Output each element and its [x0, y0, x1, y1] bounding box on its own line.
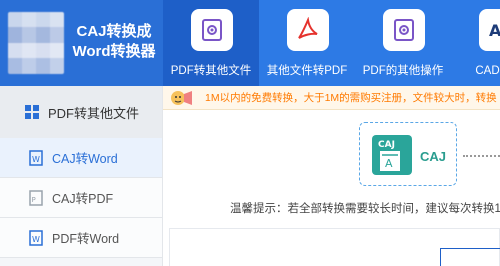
sidebar-item-pdf-to-word[interactable]: W PDF转Word	[0, 218, 162, 258]
nav-item-other-to-pdf[interactable]: 其他文件转PDF	[259, 0, 355, 86]
notice-bar: 1M以内的免费转换，大于1M的需购买注册，文件较大时，转换	[163, 86, 500, 110]
svg-text:W: W	[32, 235, 40, 244]
svg-text:W: W	[32, 155, 40, 164]
top-nav: PDF转其他文件 其他文件转PDF PDF的其他操作 A CAD	[163, 0, 500, 86]
nav-item-cad[interactable]: A CAD的其	[451, 0, 500, 86]
sidebar-item-label: CAJ转Word	[52, 152, 118, 166]
svg-text:A: A	[489, 21, 500, 40]
gear-doc-icon	[383, 9, 425, 51]
word-doc-icon: W	[29, 149, 43, 166]
app-logo	[8, 12, 64, 74]
file-drop-zone[interactable]: CAJ A CAJ	[359, 122, 457, 186]
svg-text:CAJ: CAJ	[378, 140, 395, 150]
nav-item-pdf-to-other[interactable]: PDF转其他文件	[163, 0, 259, 86]
sidebar-item-label: CAJ转PDF	[52, 192, 114, 206]
top-header: CAJ转换成Word转换器 PDF转其他文件 其他文件转PDF PDF的其他操作…	[0, 0, 500, 86]
pdf-doc-icon: P	[29, 189, 43, 206]
cad-icon: A	[479, 9, 500, 51]
app-title: CAJ转换成Word转换器	[72, 23, 156, 60]
hint-text: 温馨提示：若全部转换需要较长时间，建议每次转换10	[230, 203, 500, 215]
caj-format-label: CAJ	[420, 149, 447, 164]
sidebar-item-caj-to-word[interactable]: W CAJ转Word	[0, 138, 162, 178]
nav-label: 其他文件转PDF	[266, 65, 348, 77]
svg-text:P: P	[32, 196, 36, 204]
brand-area: CAJ转换成Word转换器	[0, 0, 163, 86]
sidebar-item-label: PDF转Word	[52, 232, 120, 246]
sidebar-item-caj-to-pdf[interactable]: P CAJ转PDF	[0, 178, 162, 218]
nav-label: PDF的其他操作	[362, 65, 444, 77]
sidebar: PDF转其他文件 W CAJ转Word P CAJ转PDF W PDF转Word	[0, 86, 163, 266]
notice-text: 1M以内的免费转换，大于1M的需购买注册，文件较大时，转换	[205, 92, 497, 104]
list-frame-accent	[440, 248, 500, 266]
pdf-icon	[287, 9, 329, 51]
grid-icon	[25, 105, 39, 119]
caj-file-icon: CAJ A	[372, 135, 412, 175]
main-panel: CAJ A CAJ 温馨提示：若全部转换需要较长时间，建议每次转换10	[163, 110, 500, 266]
svg-text:A: A	[385, 157, 393, 170]
sidebar-header-label: PDF转其他文件	[48, 105, 140, 121]
sidebar-header: PDF转其他文件	[0, 86, 162, 138]
nav-label: CAD的其	[475, 65, 500, 77]
word-doc-icon: W	[29, 229, 43, 246]
gear-doc-icon	[191, 9, 233, 51]
nav-item-pdf-other-ops[interactable]: PDF的其他操作	[355, 0, 451, 86]
megaphone-mascot-icon	[171, 90, 192, 105]
flow-connector	[463, 155, 500, 157]
nav-label: PDF转其他文件	[170, 65, 252, 77]
